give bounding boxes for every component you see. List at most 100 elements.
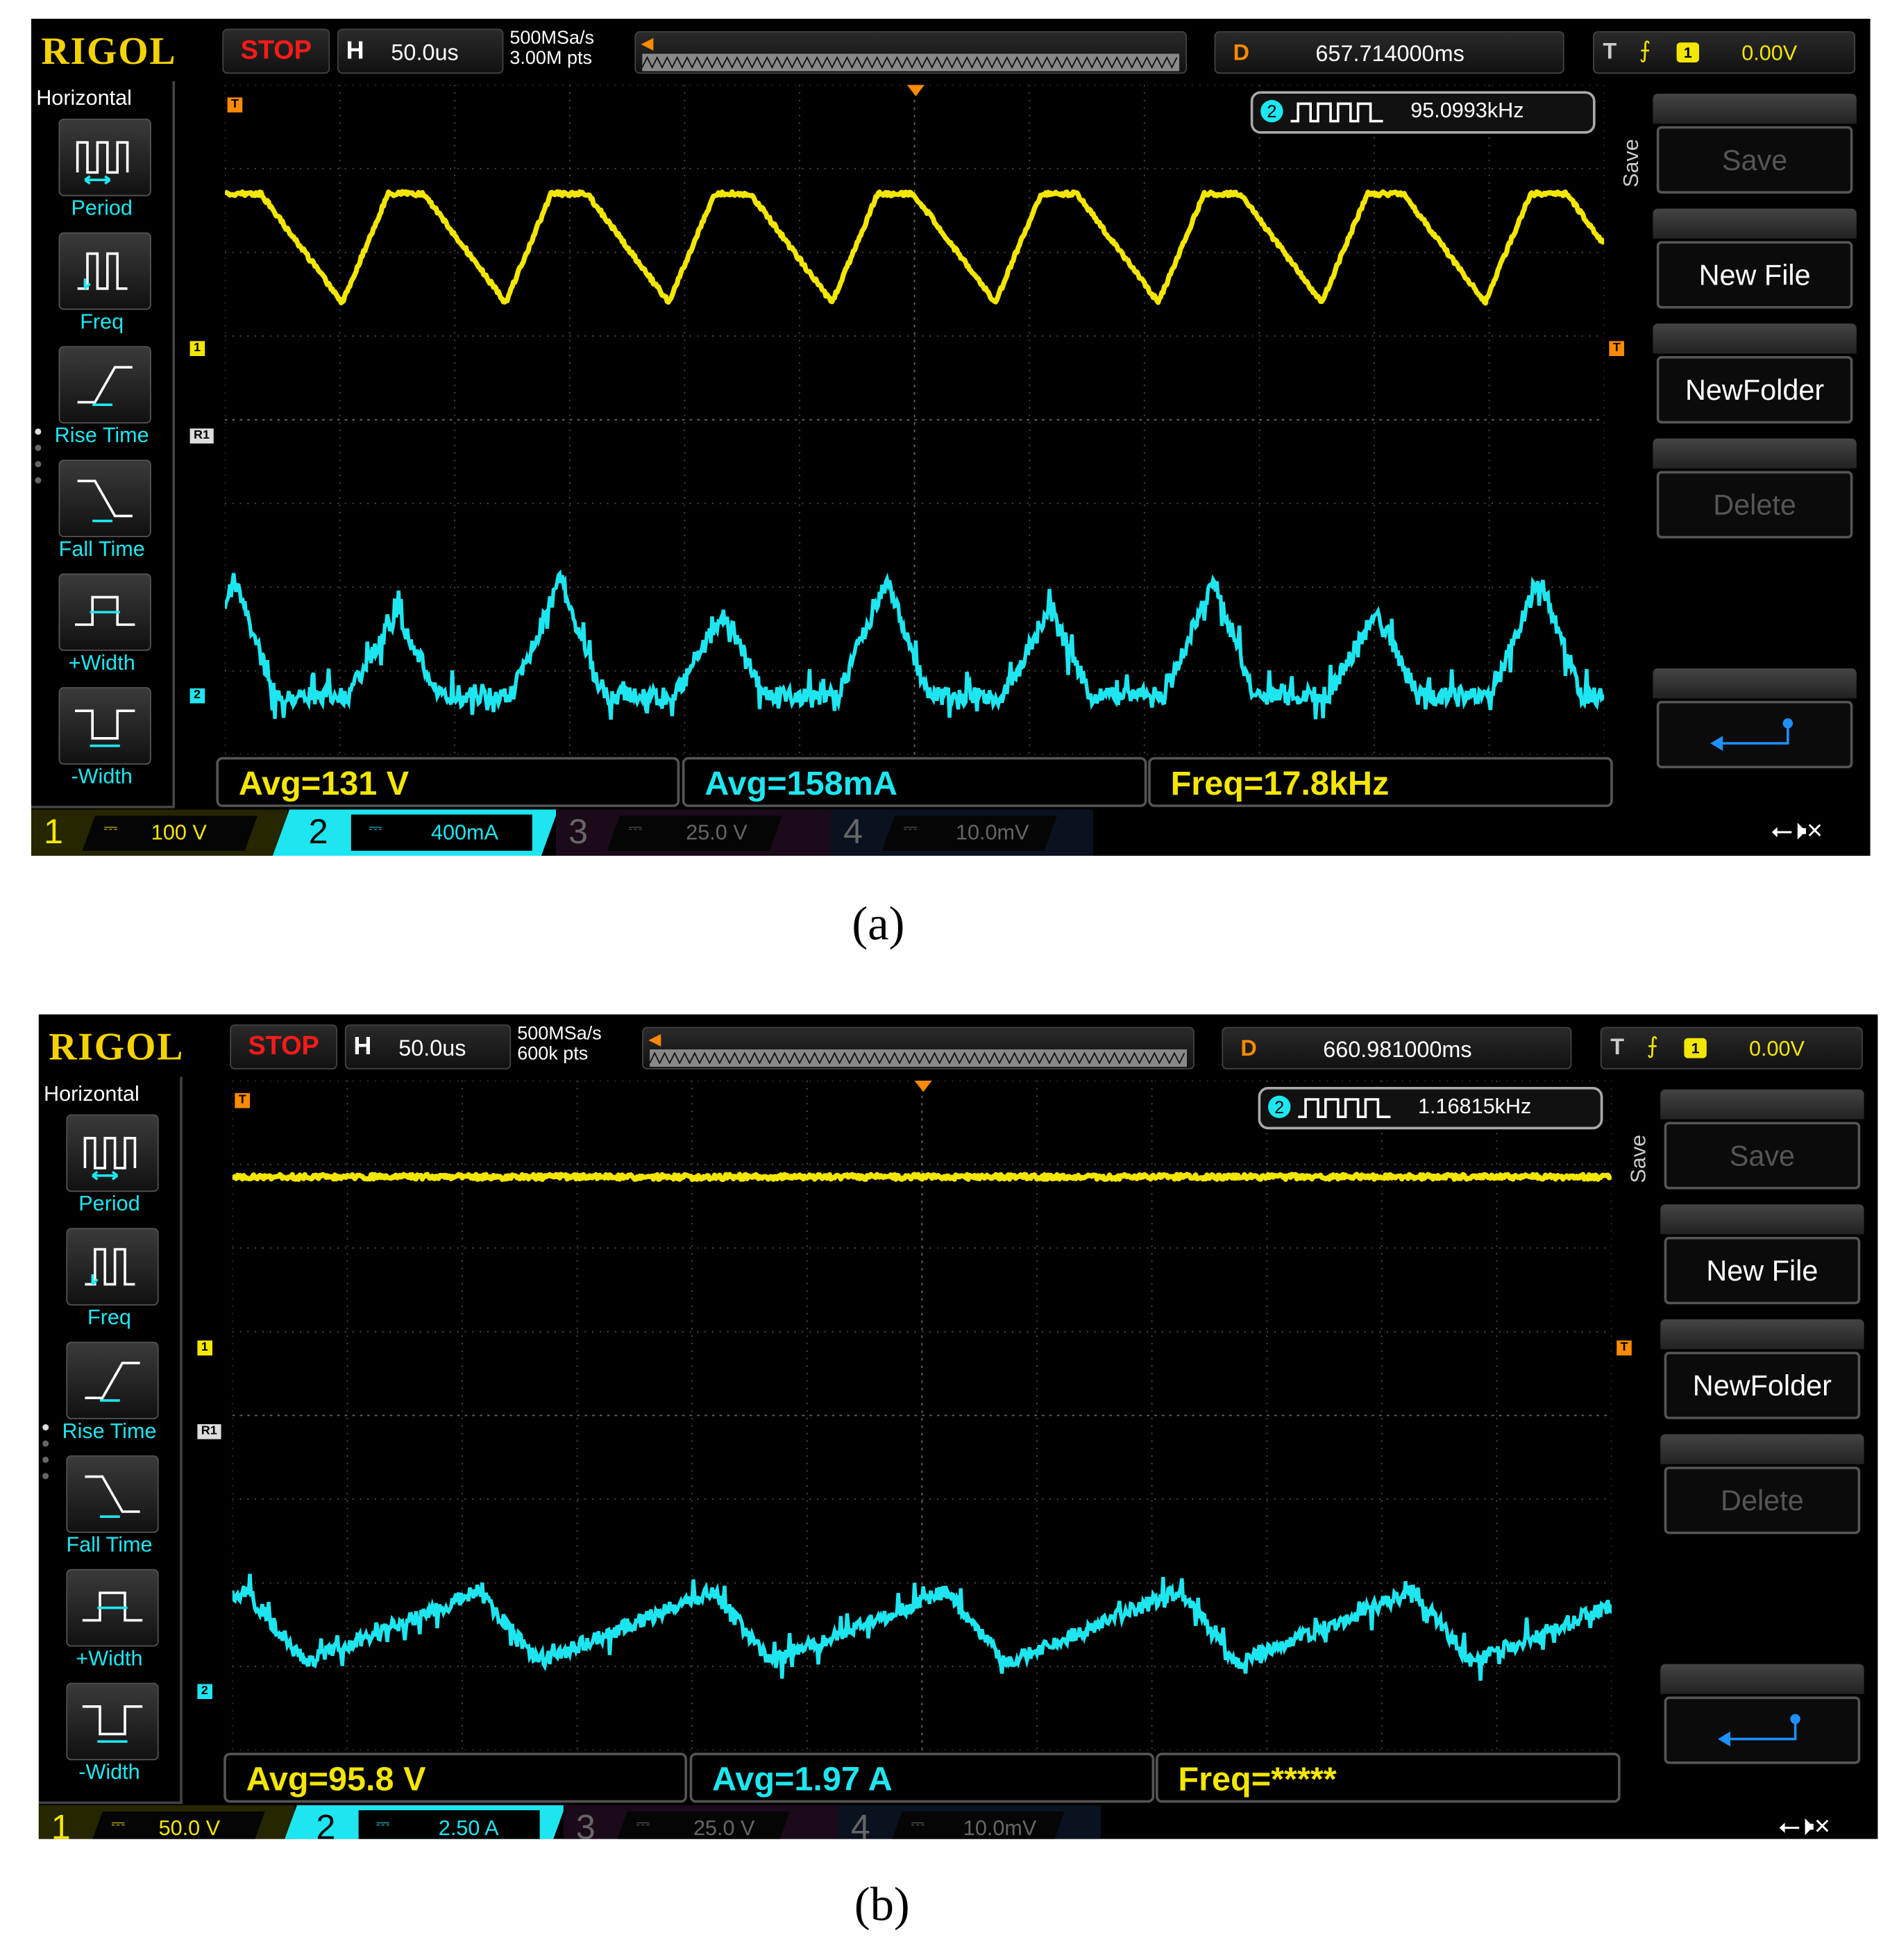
return-arrow-icon (1717, 1714, 1800, 1747)
channel-4-tab[interactable]: 4 ⎓ 10.0mV (838, 1805, 1101, 1839)
measurement-3: Freq=17.8kHz (1148, 757, 1613, 807)
measure-rise-time[interactable]: Rise Time (31, 346, 172, 459)
fall-time-icon (66, 1455, 159, 1533)
new-file-button[interactable]: New File (1653, 208, 1857, 309)
trigger-source: 1 (1676, 42, 1699, 62)
sidebar-item-label: Period (71, 196, 133, 220)
channel-1-tab[interactable]: 1 ⎓ 50.0 V (38, 1805, 295, 1839)
sidebar-title: Horizontal (36, 86, 132, 110)
sidebar-item-label: -Width (78, 1760, 140, 1784)
channel-number: 4 (843, 812, 863, 851)
timebase-value: 50.0us (391, 40, 459, 65)
measure-fall-time[interactable]: Fall Time (39, 1455, 180, 1568)
measurement-1: Avg=131 V (216, 757, 680, 807)
measure-sidebar: Horizontal Period Freq Rise Time Fall Ti… (31, 81, 175, 809)
measure-period[interactable]: Period (31, 119, 172, 231)
measurement-2: Avg=158mA (682, 757, 1147, 807)
memory-overview-bar[interactable]: ◀ (642, 1027, 1195, 1070)
trigger-key: T (1603, 38, 1617, 64)
timebase-box[interactable]: H 50.0us (344, 1024, 512, 1070)
timebase-box[interactable]: H 50.0us (337, 28, 504, 74)
measurement-1: Avg=95.8 V (223, 1752, 688, 1803)
button-label: Save (1729, 1139, 1796, 1172)
sidebar-item-label: +Width (76, 1646, 143, 1671)
measure-positive-width[interactable]: +Width (31, 573, 172, 686)
oscilloscope-screen-b: RIGOL STOP H 50.0us 500MSa/s 600k pts ◀ … (38, 1014, 1878, 1839)
caption-b: (b) (854, 1879, 910, 1932)
measure-period[interactable]: Period (39, 1114, 180, 1227)
channel-scale: 2.50 A (438, 1816, 499, 1839)
waveform-grid[interactable] (225, 85, 1605, 755)
save-button[interactable]: Save (1653, 94, 1857, 194)
measure-positive-width[interactable]: +Width (39, 1569, 180, 1682)
channel-status-bar: 1 ⎓ 100 V 2 ⎓ 400mA 3 ⎓ 25.0 V 4 ⎓ 10.0m… (31, 809, 1871, 856)
trigger-time-marker[interactable] (906, 85, 925, 96)
channel-scale: 10.0mV (956, 820, 1029, 845)
trigger-time-marker[interactable] (914, 1081, 932, 1092)
sidebar-item-label: Fall Time (58, 537, 145, 561)
memory-overview-bar[interactable]: ◀ (634, 31, 1187, 74)
channel-number: 3 (568, 812, 589, 851)
figure: RIGOL STOP H 50.0us 500MSa/s 3.00M pts ◀… (0, 0, 1899, 1960)
measure-freq[interactable]: Freq (39, 1228, 180, 1340)
memory-depth: 3.00M pts (509, 47, 592, 69)
measure-rise-time[interactable]: Rise Time (39, 1342, 180, 1454)
button-label: New File (1706, 1254, 1818, 1287)
channel-1-offset-marker[interactable]: 1 (189, 341, 205, 357)
measure-negative-width[interactable]: -Width (39, 1682, 180, 1796)
trigger-position-icon: ◀ (648, 1029, 661, 1049)
channel-scale: 25.0 V (686, 820, 748, 845)
measure-freq[interactable]: Freq (31, 232, 172, 345)
channel-2-tab[interactable]: 2 ⎓ 2.50 A (280, 1805, 566, 1839)
trigger-key: T (1610, 1034, 1624, 1060)
delete-button[interactable]: Delete (1653, 438, 1857, 539)
channel-2-offset-marker[interactable]: 2 (197, 1684, 212, 1700)
channel-3-tab[interactable]: 3 ⎓ 25.0 V (556, 809, 831, 856)
trigger-box[interactable]: T ⨍ 1 0.00V (1600, 1027, 1863, 1070)
delay-key: D (1233, 40, 1249, 65)
period-icon (58, 119, 151, 196)
negative-width-icon (58, 687, 151, 765)
delete-button[interactable]: Delete (1660, 1434, 1864, 1535)
channel-1-offset-marker[interactable]: 1 (197, 1341, 212, 1356)
dc-coupling-icon: ⎓ (628, 817, 643, 837)
counter-value: 1.16815kHz (1418, 1094, 1532, 1118)
channel-2-offset-marker[interactable]: 2 (189, 688, 205, 704)
measure-negative-width[interactable]: -Width (31, 687, 172, 800)
waveform-grid[interactable] (232, 1081, 1612, 1750)
return-button[interactable] (1660, 1664, 1864, 1764)
speaker-mute-icon: 🕨× (1796, 1810, 1830, 1839)
delay-box[interactable]: D 660.981000ms (1222, 1027, 1572, 1070)
return-button[interactable] (1653, 668, 1857, 768)
delay-box[interactable]: D 657.714000ms (1214, 31, 1564, 74)
measure-fall-time[interactable]: Fall Time (31, 459, 172, 572)
trigger-position-marker[interactable]: T (235, 1093, 251, 1108)
new-file-button[interactable]: New File (1660, 1204, 1864, 1305)
dc-coupling-icon: ⎓ (111, 1812, 126, 1833)
sidebar-item-label: Rise Time (62, 1419, 157, 1443)
trigger-box[interactable]: T ⨍ 1 0.00V (1593, 31, 1855, 74)
frequency-counter: 2 1.16815kHz (1258, 1087, 1603, 1130)
counter-value: 95.0993kHz (1410, 99, 1524, 123)
save-menu-title: Save (1619, 139, 1643, 187)
channel-1-tab[interactable]: 1 ⎓ 100 V (31, 809, 287, 856)
sample-rate: 500MSa/s (517, 1023, 602, 1045)
button-label: NewFolder (1685, 373, 1825, 406)
save-button[interactable]: Save (1660, 1089, 1864, 1190)
trigger-source: 1 (1684, 1038, 1707, 1058)
run-stop-button[interactable]: STOP (230, 1024, 337, 1070)
ref-1-marker[interactable]: R1 (189, 429, 214, 444)
rigol-logo: RIGOL (49, 1024, 185, 1068)
channel-4-tab[interactable]: 4 ⎓ 10.0mV (831, 809, 1093, 856)
run-stop-button[interactable]: STOP (222, 28, 330, 74)
timebase-value: 50.0us (398, 1036, 466, 1061)
trigger-position-marker[interactable]: T (227, 97, 243, 112)
channel-number: 3 (575, 1807, 596, 1839)
new-folder-button[interactable]: NewFolder (1653, 323, 1857, 424)
new-folder-button[interactable]: NewFolder (1660, 1319, 1864, 1419)
channel-number: 2 (308, 812, 328, 851)
channel-3-tab[interactable]: 3 ⎓ 25.0 V (563, 1805, 838, 1839)
channel-2-tab[interactable]: 2 ⎓ 400mA (272, 809, 559, 856)
ref-1-marker[interactable]: R1 (197, 1424, 221, 1440)
rising-edge-icon: ⨍ (1639, 37, 1651, 62)
